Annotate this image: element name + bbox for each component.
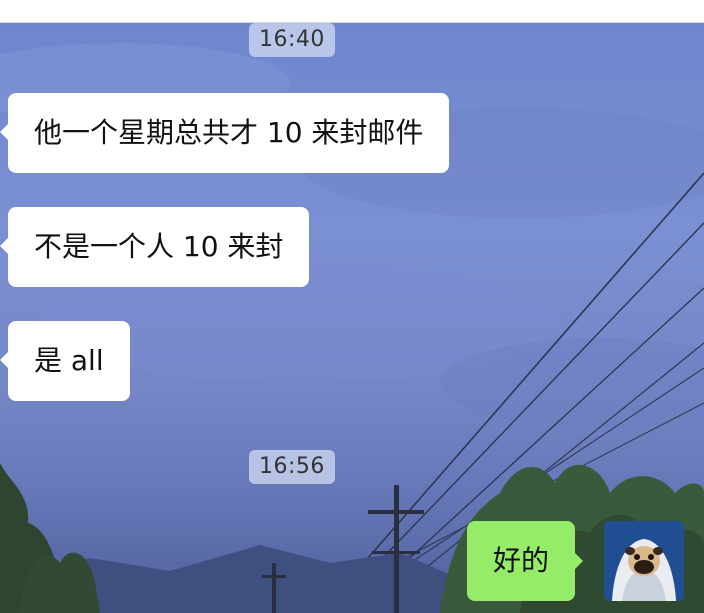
timestamp: 16:56 [249,450,335,484]
chat-background: 16:40 16:56 他一个星期总共才 10 来封邮件 不是一个人 10 来封… [0,23,704,613]
top-bar [0,0,704,23]
message-text: 是 all [34,344,104,377]
sent-message[interactable]: 好的 [467,521,584,601]
timestamp: 16:40 [249,23,335,57]
received-message[interactable]: 他一个星期总共才 10 来封邮件 [0,93,450,173]
message-text: 不是一个人 10 来封 [34,230,284,263]
user-avatar[interactable] [604,521,684,601]
message-text: 好的 [493,544,550,577]
message-text: 他一个星期总共才 10 来封邮件 [34,116,424,149]
received-message[interactable]: 不是一个人 10 来封 [0,207,310,287]
received-message[interactable]: 是 all [0,321,130,401]
pug-avatar-icon [604,521,684,601]
